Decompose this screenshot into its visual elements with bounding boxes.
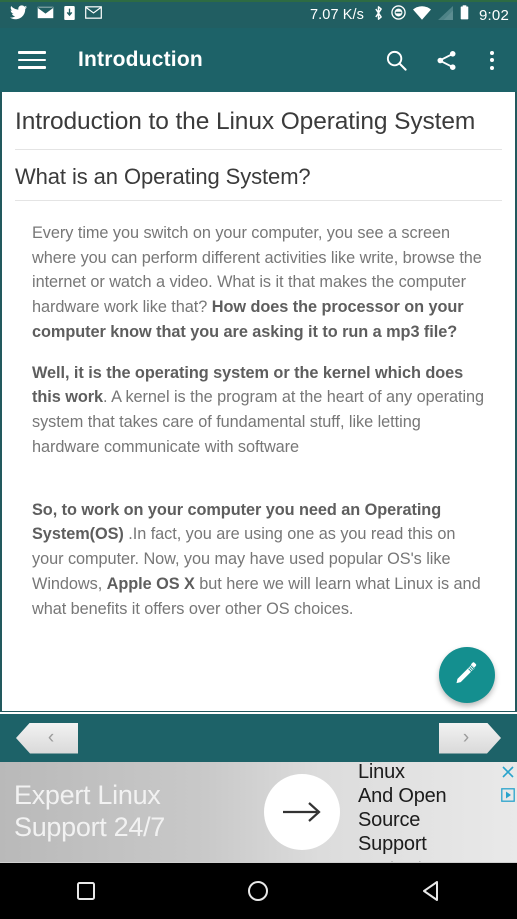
status-bar-notifications xyxy=(10,5,102,25)
ad-headline-line3: Support xyxy=(358,833,427,855)
page-title: Introduction xyxy=(78,48,203,71)
article-content[interactable]: Introduction to the Linux Operating Syst… xyxy=(0,92,517,712)
article-body: Introduction to the Linux Operating Syst… xyxy=(2,92,515,621)
wifi-icon xyxy=(413,5,431,25)
ad-badges xyxy=(499,762,517,862)
android-navigation-bar xyxy=(0,862,517,919)
download-icon xyxy=(64,5,75,25)
search-icon[interactable] xyxy=(381,45,411,75)
twitter-icon xyxy=(10,5,27,25)
hamburger-menu-icon[interactable] xyxy=(18,43,52,77)
ad-creative-line2: Support 24/7 xyxy=(14,812,166,842)
signal-icon xyxy=(438,5,453,25)
pencil-icon xyxy=(454,660,480,691)
article-subtitle: What is an Operating System? xyxy=(15,164,502,201)
app-bar: Introduction xyxy=(0,28,517,92)
battery-icon xyxy=(460,5,469,25)
article-paragraphs: Every time you switch on your computer, … xyxy=(15,221,502,622)
close-icon[interactable] xyxy=(501,765,515,784)
do-not-disturb-icon xyxy=(391,5,406,25)
ad-headline-line2: And Open Source xyxy=(358,785,447,831)
mail-icon xyxy=(37,6,54,24)
phone-screen: 7.07 K/s 9:02 Introduction Introduction … xyxy=(0,0,517,919)
recents-square-icon[interactable] xyxy=(0,881,172,901)
next-page-button[interactable]: › xyxy=(439,723,501,754)
mail-outline-icon xyxy=(85,6,102,24)
ad-headline-block: Emergency Linux And Open Source Support … xyxy=(340,762,499,862)
status-bar: 7.07 K/s 9:02 xyxy=(0,2,517,28)
bluetooth-icon xyxy=(373,5,384,26)
article-paragraph: So, to work on your computer you need an… xyxy=(32,500,481,618)
previous-page-button[interactable]: ‹ xyxy=(16,722,78,754)
article-paragraph: Every time you switch on your computer, … xyxy=(32,223,482,341)
edit-fab-button[interactable] xyxy=(439,647,495,703)
ad-creative-text: Expert Linux Support 24/7 xyxy=(0,762,272,862)
arrow-right-icon xyxy=(264,774,340,850)
overflow-menu-icon[interactable] xyxy=(481,45,503,75)
network-speed-text: 7.07 K/s xyxy=(310,7,364,23)
app-bar-actions xyxy=(381,45,503,75)
ad-banner[interactable]: Expert Linux Support 24/7 Emergency Linu… xyxy=(0,762,517,862)
clock-text: 9:02 xyxy=(479,6,509,24)
ad-creative-line1: Expert Linux xyxy=(14,780,161,811)
article-title: Introduction to the Linux Operating Syst… xyxy=(15,106,502,151)
article-pager: ‹ › xyxy=(0,714,517,762)
article-paragraph: Well, it is the operating system or the … xyxy=(32,363,485,456)
back-triangle-icon[interactable] xyxy=(345,880,517,902)
share-icon[interactable] xyxy=(431,45,461,75)
home-circle-icon[interactable] xyxy=(172,880,344,902)
ad-headline-line1: Emergency Linux xyxy=(358,762,405,783)
adchoices-icon[interactable] xyxy=(501,788,515,807)
status-bar-system: 7.07 K/s 9:02 xyxy=(310,5,509,26)
